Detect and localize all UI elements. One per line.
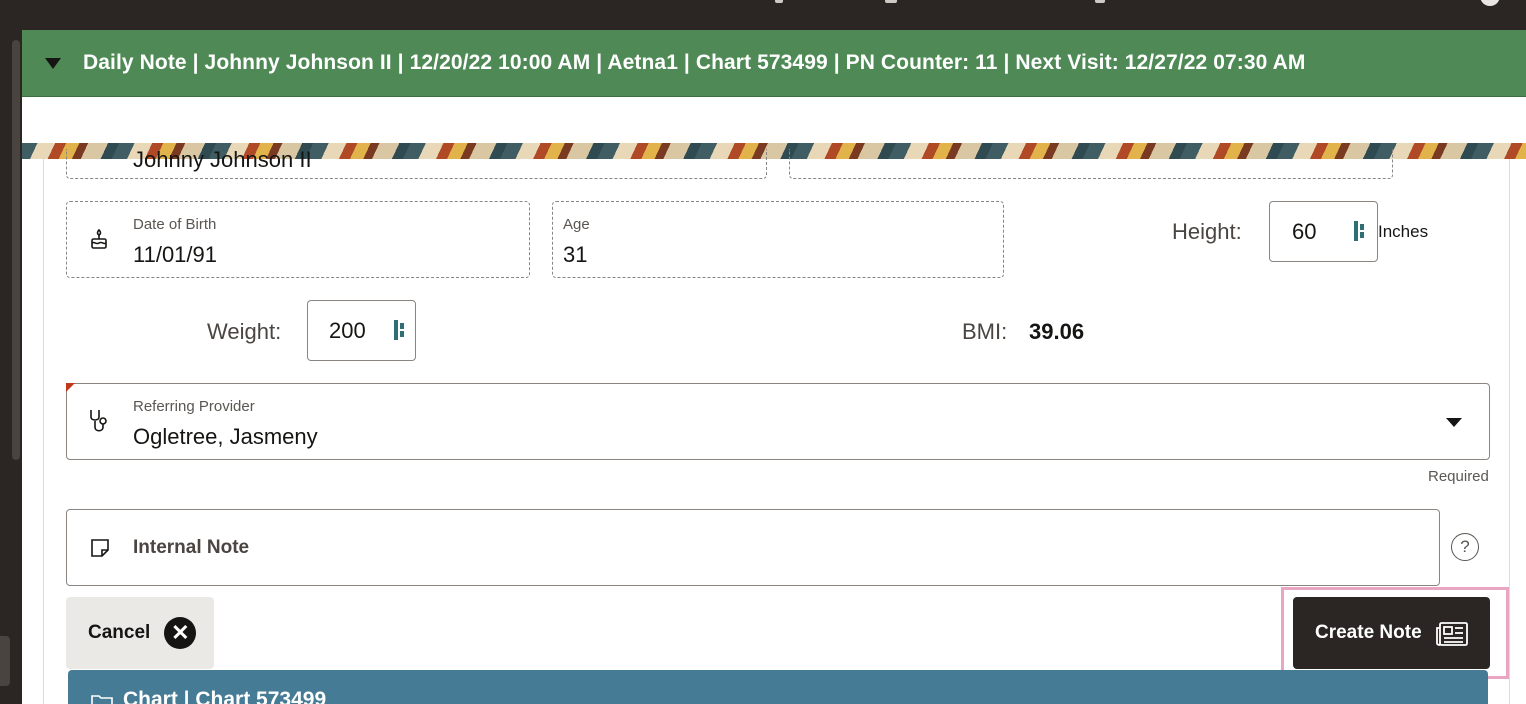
panel-border bbox=[43, 159, 44, 704]
age-label: Age bbox=[563, 216, 590, 233]
help-icon[interactable]: ? bbox=[1451, 533, 1479, 561]
patient-form: Johnny Johnson II Date of Birth 11/01/91… bbox=[22, 149, 1526, 704]
age-field[interactable]: Age 31 bbox=[552, 201, 1004, 278]
panel-border bbox=[1509, 159, 1510, 704]
stethoscope-icon bbox=[87, 408, 111, 441]
collapse-triangle-icon[interactable] bbox=[45, 57, 61, 69]
side-handle[interactable] bbox=[0, 636, 10, 686]
height-value: 60 bbox=[1292, 219, 1317, 244]
age-value: 31 bbox=[563, 242, 588, 267]
referring-provider-select[interactable]: Referring Provider Ogletree, Jasmeny bbox=[66, 383, 1490, 460]
date-of-birth-value: 11/01/91 bbox=[133, 242, 218, 267]
chart-section-title: Chart | Chart 573499 bbox=[123, 688, 327, 704]
top-fragment bbox=[775, 0, 783, 3]
folder-icon bbox=[90, 692, 114, 704]
partial-field[interactable] bbox=[789, 149, 1393, 179]
profile-icon[interactable] bbox=[1480, 0, 1500, 6]
bmi-label: BMI: bbox=[962, 319, 1008, 344]
required-helper-text: Required bbox=[1428, 468, 1489, 485]
height-unit: Inches bbox=[1378, 222, 1429, 241]
referring-provider-label: Referring Provider bbox=[133, 398, 255, 415]
weight-label: Weight: bbox=[207, 319, 282, 344]
patient-name-field[interactable]: Johnny Johnson II bbox=[66, 149, 767, 179]
close-icon: ✕ bbox=[164, 617, 197, 649]
chart-section-header[interactable]: Chart | Chart 573499 bbox=[68, 670, 1488, 704]
daily-note-title: Daily Note | Johnny Johnson II | 12/20/2… bbox=[83, 51, 1306, 74]
newspaper-icon bbox=[1435, 621, 1469, 652]
height-input[interactable]: 60 bbox=[1269, 201, 1378, 262]
cake-icon bbox=[89, 228, 109, 257]
cancel-button[interactable]: Cancel ✕ bbox=[66, 597, 214, 669]
patient-name-value: Johnny Johnson II bbox=[133, 149, 312, 172]
create-note-button-label: Create Note bbox=[1315, 622, 1422, 643]
top-fragment bbox=[1095, 0, 1105, 3]
sticky-note-icon bbox=[89, 537, 111, 564]
required-marker bbox=[66, 383, 75, 392]
date-of-birth-label: Date of Birth bbox=[133, 216, 217, 233]
internal-note-placeholder: Internal Note bbox=[133, 537, 250, 558]
internal-note-input[interactable]: Internal Note bbox=[66, 509, 1440, 586]
chevron-down-icon[interactable] bbox=[1446, 418, 1462, 427]
header-spacer bbox=[22, 97, 1526, 143]
left-rail bbox=[0, 30, 22, 704]
top-fragment bbox=[885, 0, 897, 3]
bmi-value: 39.06 bbox=[1029, 319, 1085, 344]
date-of-birth-field[interactable]: Date of Birth 11/01/91 bbox=[66, 201, 530, 278]
cancel-button-label: Cancel bbox=[88, 622, 151, 643]
height-stepper-icon[interactable] bbox=[1354, 221, 1370, 241]
weight-input[interactable]: 200 bbox=[307, 300, 416, 361]
create-note-button[interactable]: Create Note bbox=[1293, 597, 1490, 669]
referring-provider-value: Ogletree, Jasmeny bbox=[133, 424, 318, 449]
window-top-bar bbox=[0, 0, 1526, 30]
height-label: Height: bbox=[1172, 219, 1242, 244]
weight-value: 200 bbox=[329, 318, 366, 343]
daily-note-header[interactable]: Daily Note | Johnny Johnson II | 12/20/2… bbox=[22, 30, 1526, 97]
weight-stepper-icon[interactable] bbox=[394, 320, 410, 340]
scrollbar[interactable] bbox=[12, 40, 20, 460]
